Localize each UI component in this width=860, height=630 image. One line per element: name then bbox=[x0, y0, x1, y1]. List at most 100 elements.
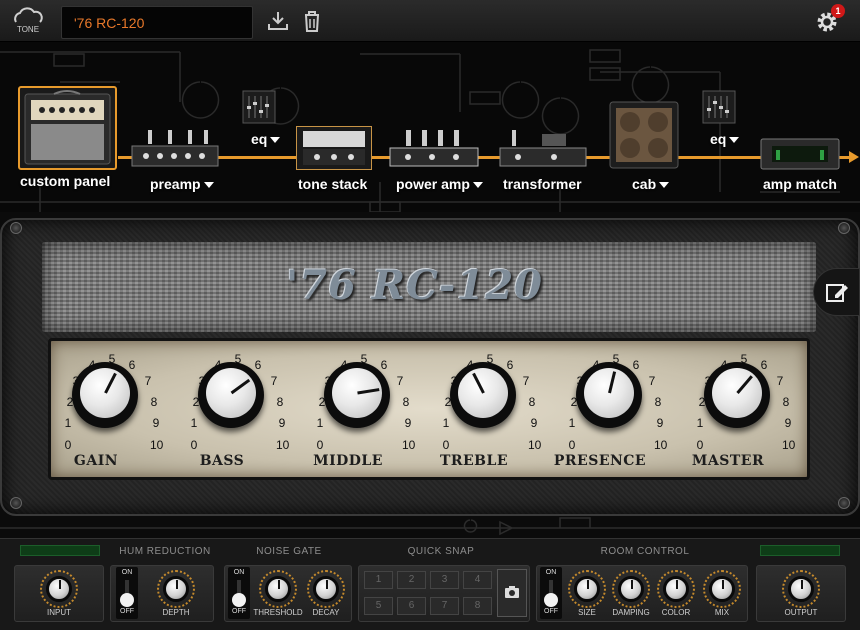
toggle-off-label: OFF bbox=[120, 608, 134, 615]
trash-icon[interactable] bbox=[300, 9, 324, 33]
input-level-meter bbox=[20, 545, 100, 556]
module-power-amp[interactable] bbox=[388, 128, 480, 168]
module-label-amp-match[interactable]: amp match bbox=[763, 176, 837, 192]
tonecloud-logo-icon[interactable]: TONE bbox=[8, 6, 48, 36]
quick-snap-slot-6[interactable]: 6 bbox=[397, 597, 426, 615]
scale-tick: 7 bbox=[522, 374, 530, 388]
module-custom-panel[interactable] bbox=[18, 86, 117, 170]
screw-icon bbox=[838, 497, 850, 509]
knob-face bbox=[206, 368, 256, 418]
scale-tick: 8 bbox=[402, 395, 410, 409]
module-label-eq-1[interactable]: eq bbox=[251, 131, 281, 147]
size-knob[interactable] bbox=[574, 576, 600, 602]
scale-tick: 10 bbox=[654, 438, 668, 452]
output-knob[interactable] bbox=[788, 576, 814, 602]
module-label-power-amp[interactable]: power amp bbox=[396, 176, 483, 192]
scale-tick: 7 bbox=[396, 374, 404, 388]
scale-tick: 6 bbox=[254, 358, 262, 372]
chevron-down-icon bbox=[472, 182, 483, 189]
quick-snap-slot-7[interactable]: 7 bbox=[430, 597, 459, 615]
camera-snapshot-button[interactable] bbox=[497, 569, 527, 617]
quick-snap-slot-5[interactable]: 5 bbox=[364, 597, 393, 615]
module-label-preamp[interactable]: preamp bbox=[150, 176, 214, 192]
section-title-room-control: ROOM CONTROL bbox=[600, 546, 690, 557]
threshold-knob[interactable] bbox=[265, 576, 291, 602]
scale-tick: 6 bbox=[506, 358, 514, 372]
chevron-down-icon bbox=[203, 182, 214, 189]
scale-tick: 10 bbox=[402, 438, 416, 452]
module-tone-stack[interactable] bbox=[296, 126, 372, 170]
scale-tick: 8 bbox=[150, 395, 158, 409]
module-eq-1[interactable] bbox=[242, 90, 276, 124]
amp-knob-bass: 012345678910BASS bbox=[172, 340, 290, 474]
quick-snap-slot-2[interactable]: 2 bbox=[397, 571, 426, 589]
module-cab[interactable] bbox=[608, 100, 680, 170]
preset-name-field[interactable]: '76 RC-120 bbox=[61, 6, 253, 39]
knob-face bbox=[712, 368, 762, 418]
save-download-icon[interactable] bbox=[266, 9, 290, 33]
scale-tick: 6 bbox=[632, 358, 640, 372]
mix-knob[interactable] bbox=[709, 576, 735, 602]
color-knob[interactable] bbox=[663, 576, 689, 602]
output-label: OUTPUT bbox=[784, 608, 818, 617]
scale-tick: 1 bbox=[568, 416, 576, 430]
decay-knob[interactable] bbox=[313, 576, 339, 602]
damping-knob[interactable] bbox=[618, 576, 644, 602]
module-transformer[interactable] bbox=[498, 128, 588, 168]
toggle-on-label: ON bbox=[121, 569, 133, 576]
module-preamp[interactable] bbox=[130, 128, 220, 168]
gain-knob[interactable] bbox=[72, 362, 138, 428]
knob-label-treble: TREBLE bbox=[439, 453, 509, 469]
knob-label-presence: PRESENCE bbox=[553, 453, 647, 469]
noise-gate-toggle[interactable]: ON OFF bbox=[228, 567, 250, 619]
scale-tick: 1 bbox=[442, 416, 450, 430]
module-label-tone-stack[interactable]: tone stack bbox=[298, 176, 367, 192]
knob-face bbox=[80, 368, 130, 418]
knob-face bbox=[458, 368, 508, 418]
module-label-eq-2[interactable]: eq bbox=[710, 131, 740, 147]
knob-pointer bbox=[357, 388, 380, 395]
scale-tick: 7 bbox=[648, 374, 656, 388]
scale-tick: 7 bbox=[776, 374, 784, 388]
module-label-custom-panel[interactable]: custom panel bbox=[20, 173, 110, 189]
input-label: INPUT bbox=[47, 608, 71, 617]
amp-head-thumbnail-icon bbox=[24, 90, 111, 165]
scale-tick: 0 bbox=[316, 438, 324, 452]
bottom-schematic-background bbox=[0, 517, 860, 536]
module-amp-match[interactable] bbox=[760, 138, 840, 170]
module-label-transformer[interactable]: transformer bbox=[503, 176, 582, 192]
scale-tick: 0 bbox=[442, 438, 450, 452]
middle-knob[interactable] bbox=[324, 362, 390, 428]
scale-tick: 7 bbox=[144, 374, 152, 388]
hum-reduction-toggle[interactable]: ON OFF bbox=[116, 567, 138, 619]
quick-snap-slot-8[interactable]: 8 bbox=[463, 597, 492, 615]
knob-label-middle: MIDDLE bbox=[313, 453, 383, 469]
edit-panel-button[interactable] bbox=[813, 268, 860, 316]
scale-tick: 8 bbox=[276, 395, 284, 409]
quick-snap-slot-3[interactable]: 3 bbox=[430, 571, 459, 589]
quick-snap-slot-1[interactable]: 1 bbox=[364, 571, 393, 589]
input-knob[interactable] bbox=[46, 576, 72, 602]
treble-knob[interactable] bbox=[450, 362, 516, 428]
master-knob[interactable] bbox=[704, 362, 770, 428]
section-title-quick-snap: QUICK SNAP bbox=[407, 546, 475, 557]
scale-tick: 1 bbox=[64, 416, 72, 430]
scale-tick: 1 bbox=[696, 416, 704, 430]
presence-knob[interactable] bbox=[576, 362, 642, 428]
signal-path-arrow-icon bbox=[849, 151, 859, 163]
scale-tick: 10 bbox=[782, 438, 796, 452]
toggle-ball bbox=[232, 593, 246, 607]
bass-knob[interactable] bbox=[198, 362, 264, 428]
module-label-cab[interactable]: cab bbox=[632, 176, 670, 192]
cabinet-thumbnail-icon bbox=[609, 101, 679, 169]
module-eq-2[interactable] bbox=[702, 90, 736, 124]
preamp-thumbnail-icon bbox=[131, 130, 219, 167]
eq-thumbnail-icon bbox=[702, 90, 736, 124]
section-title-noise-gate: NOISE GATE bbox=[256, 546, 322, 557]
quick-snap-slot-4[interactable]: 4 bbox=[463, 571, 492, 589]
knob-pointer bbox=[736, 375, 753, 394]
knob-label-gain: GAIN bbox=[73, 453, 119, 469]
depth-knob[interactable] bbox=[163, 576, 189, 602]
amp-knob-middle: 012345678910MIDDLE bbox=[298, 340, 415, 474]
chevron-down-icon bbox=[270, 137, 281, 144]
